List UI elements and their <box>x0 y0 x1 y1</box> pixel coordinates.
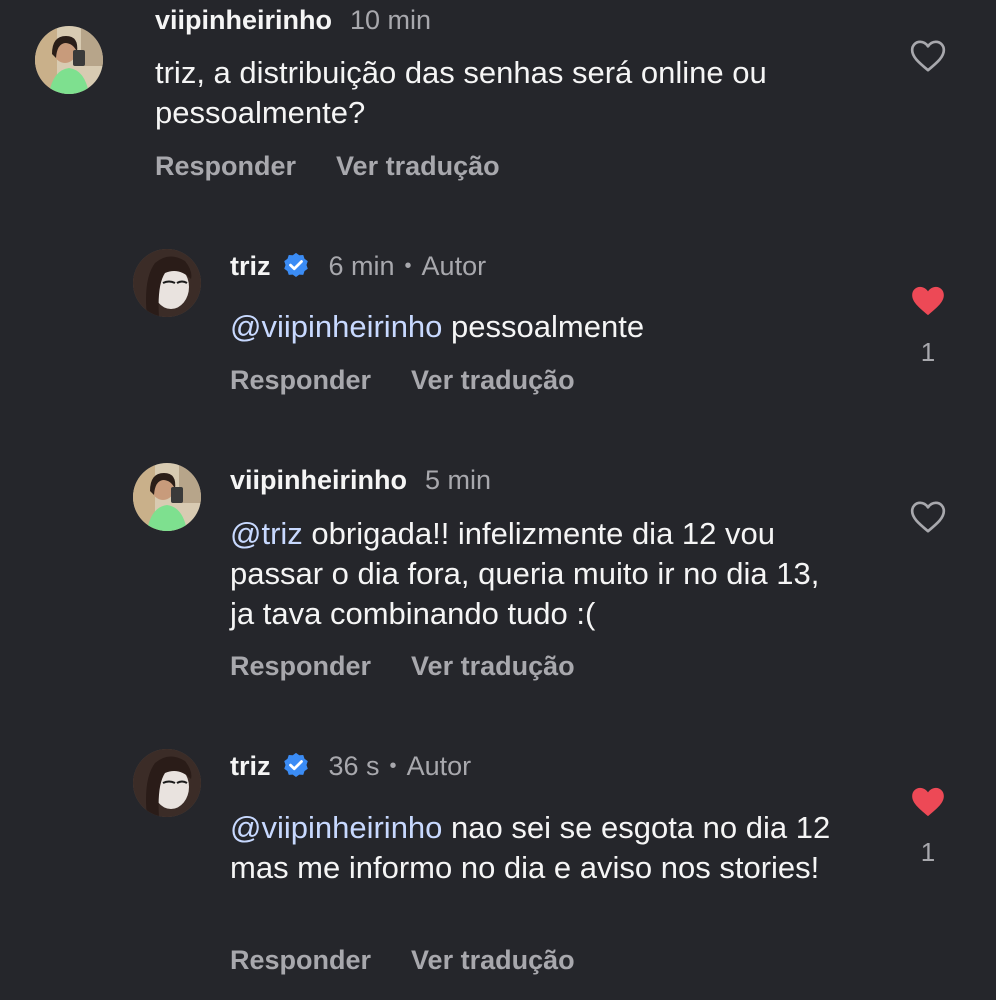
separator-dot: • <box>404 255 412 277</box>
see-translation-button[interactable]: Ver tradução <box>411 364 575 396</box>
comment-header: triz 36 s • Autor <box>230 750 471 782</box>
comment-header: viipinheirinho 5 min <box>230 464 491 496</box>
verified-badge-icon <box>281 251 311 281</box>
comment-body: pessoalmente <box>451 309 645 344</box>
timestamp: 5 min <box>425 465 492 495</box>
mention-link[interactable]: @viipinheirinho <box>230 309 442 344</box>
see-translation-button[interactable]: Ver tradução <box>336 150 500 182</box>
comment-text: triz, a distribuição das senhas será onl… <box>155 53 855 133</box>
timestamp: 6 min <box>328 251 395 281</box>
reply-button[interactable]: Responder <box>230 650 371 682</box>
comment-actions: Responder Ver tradução <box>230 364 575 396</box>
timestamp: 10 min <box>350 5 432 35</box>
comment-body: triz, a distribuição das senhas será onl… <box>155 55 767 130</box>
comment-actions: Responder Ver tradução <box>230 944 575 976</box>
heart-outline-icon[interactable] <box>907 36 949 76</box>
avatar[interactable] <box>133 749 201 817</box>
avatar[interactable] <box>133 249 201 317</box>
mention-link[interactable]: @triz <box>230 516 303 551</box>
heart-filled-icon[interactable] <box>907 281 949 321</box>
reply-button[interactable]: Responder <box>230 364 371 396</box>
reply-button[interactable]: Responder <box>155 150 296 182</box>
username[interactable]: triz <box>230 250 271 282</box>
heart-outline-icon[interactable] <box>907 497 949 537</box>
like-count: 1 <box>920 337 936 367</box>
heart-filled-icon[interactable] <box>907 782 949 822</box>
author-label: Autor <box>421 251 487 281</box>
comment-actions: Responder Ver tradução <box>155 150 500 182</box>
username[interactable]: triz <box>230 750 271 782</box>
comment-header: triz 6 min • Autor <box>230 250 486 282</box>
see-translation-button[interactable]: Ver tradução <box>411 650 575 682</box>
verified-badge-icon <box>281 751 311 781</box>
timestamp: 36 s <box>328 751 380 781</box>
username[interactable]: viipinheirinho <box>230 464 407 496</box>
username[interactable]: viipinheirinho <box>155 4 332 36</box>
comment-header: viipinheirinho 10 min <box>155 4 431 36</box>
mention-link[interactable]: @viipinheirinho <box>230 810 442 845</box>
separator-dot: • <box>389 755 397 777</box>
comment-text: @viipinheirinho nao sei se esgota no dia… <box>230 808 860 888</box>
like-count: 1 <box>920 837 936 867</box>
avatar[interactable] <box>133 463 201 531</box>
reply-button[interactable]: Responder <box>230 944 371 976</box>
comment-text: @triz obrigada!! infelizmente dia 12 vou… <box>230 514 850 634</box>
see-translation-button[interactable]: Ver tradução <box>411 944 575 976</box>
avatar[interactable] <box>35 26 103 94</box>
author-label: Autor <box>406 751 472 781</box>
comment-body: obrigada!! infelizmente dia 12 vou passa… <box>230 516 820 631</box>
comment-text: @viipinheirinho pessoalmente <box>230 307 870 347</box>
comment-actions: Responder Ver tradução <box>230 650 575 682</box>
